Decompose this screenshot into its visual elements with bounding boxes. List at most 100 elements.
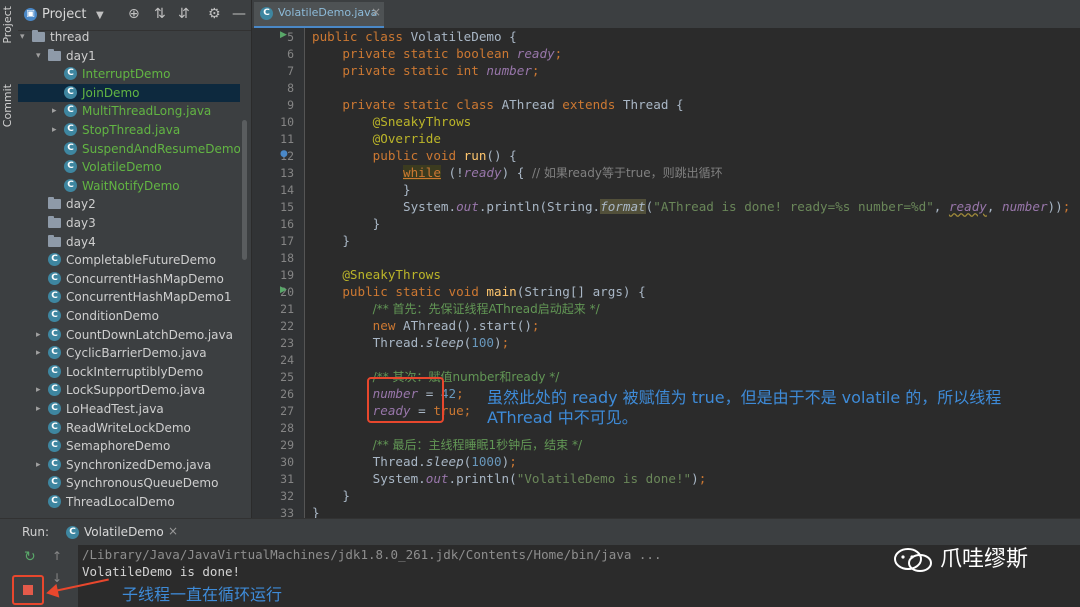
sleep-value-2: 1000: [471, 454, 502, 469]
chevron-right-icon[interactable]: ▸: [52, 121, 62, 139]
chevron-right-icon[interactable]: ▸: [52, 102, 62, 120]
tree-item[interactable]: C ReadWriteLockDemo: [18, 419, 240, 437]
run-gutter-icon[interactable]: ▶: [280, 285, 287, 295]
rerun-icon[interactable]: ↻: [24, 549, 36, 565]
arrow-down-icon[interactable]: ↓: [52, 571, 62, 585]
line-number: 23: [280, 336, 294, 350]
tree-item[interactable]: ▸ C LoHeadTest.java: [18, 400, 240, 418]
tree-item-label: day2: [66, 197, 96, 212]
project-panel: ▣ Project ▼ ⊕ ⇅ ⇵ ⚙ — ▾ thread ▾ day1 C Inter…: [18, 0, 251, 518]
tree-item[interactable]: C WaitNotifyDemo: [18, 177, 240, 195]
tree-item[interactable]: ▸ C LockSupportDemo.java: [18, 381, 240, 399]
tree-item-label: MultiThreadLong.java: [82, 104, 212, 119]
tree-item-label: SynchronizedDemo.java: [66, 457, 212, 472]
close-run-tab-icon[interactable]: ×: [168, 524, 178, 538]
annotation-callout: 虽然此处的 ready 被赋值为 true，但是由于不是 volatile 的，…: [487, 388, 1002, 427]
code-line-19: @SneakyThrows: [342, 267, 441, 282]
tree-item[interactable]: C ThreadLocalDemo: [18, 493, 240, 508]
code-editor[interactable]: public class VolatileDemo { private stat…: [305, 28, 1080, 518]
stop-button[interactable]: [12, 575, 44, 605]
chevron-right-icon[interactable]: ▸: [36, 326, 46, 344]
editor-tab-bar: C VolatileDemo.java ×: [252, 0, 1080, 29]
wechat-logo-icon: [894, 548, 932, 572]
tree-item[interactable]: day2: [18, 195, 240, 213]
locate-icon[interactable]: ⊕: [128, 6, 140, 22]
chevron-down-icon[interactable]: ▼: [96, 10, 104, 21]
done-string: "VolatileDemo is done!": [516, 471, 692, 486]
tree-item[interactable]: C SemaphoreDemo: [18, 437, 240, 455]
tree-item[interactable]: C ConcurrentHashMapDemo1: [18, 288, 240, 306]
chevron-right-icon[interactable]: ▸: [36, 400, 46, 418]
tree-item[interactable]: ▸ C StopThread.java: [18, 121, 240, 139]
tree-item[interactable]: ▸ C MultiThreadLong.java: [18, 102, 240, 120]
java-class-icon: C: [48, 402, 61, 415]
minimize-icon[interactable]: —: [232, 6, 246, 22]
tree-item[interactable]: day3: [18, 214, 240, 232]
tree-item[interactable]: C ConcurrentHashMapDemo: [18, 270, 240, 288]
tree-item[interactable]: C LockInterruptiblyDemo: [18, 363, 240, 381]
chevron-right-icon[interactable]: ▸: [36, 344, 46, 362]
tree-item[interactable]: C ConditionDemo: [18, 307, 240, 325]
chevron-right-icon[interactable]: ▸: [36, 456, 46, 474]
highlight-box: [367, 377, 444, 423]
line-number: 14: [280, 183, 294, 197]
java-class-icon: C: [48, 495, 61, 508]
pointer-arrow-head: [44, 583, 60, 601]
tree-item-label: thread: [50, 30, 90, 44]
close-tab-icon[interactable]: ×: [371, 5, 381, 19]
tree-item[interactable]: C InterruptDemo: [18, 65, 240, 83]
run-gutter-icon[interactable]: ▶: [280, 30, 287, 40]
run-tab[interactable]: VolatileDemo: [84, 525, 164, 539]
run-panel-header: Run: C VolatileDemo ×: [0, 519, 1080, 545]
expand-all-icon[interactable]: ⇅: [154, 6, 166, 22]
tree-item[interactable]: ▾ day1: [18, 47, 240, 65]
tree-item[interactable]: ▸ C CountDownLatchDemo.java: [18, 326, 240, 344]
tree-item[interactable]: ▸ C SynchronizedDemo.java: [18, 456, 240, 474]
line-number: 12: [280, 149, 294, 163]
project-tool-button[interactable]: Project: [1, 6, 14, 44]
tree-item[interactable]: ▾ thread: [18, 28, 240, 46]
tree-item[interactable]: C SynchronousQueueDemo: [18, 474, 240, 492]
java-class-icon: C: [48, 383, 61, 397]
line-number: 24: [280, 353, 294, 367]
tree-item[interactable]: C VolatileDemo: [18, 158, 240, 176]
tab-label: VolatileDemo.java: [278, 6, 378, 19]
override-gutter-icon[interactable]: ●: [280, 149, 288, 159]
tab-volatiledemo[interactable]: C VolatileDemo.java ×: [254, 2, 384, 29]
tree-item-label: StopThread.java: [82, 123, 181, 137]
tree-scrollbar[interactable]: [242, 120, 247, 260]
tree-item[interactable]: C CompletableFutureDemo: [18, 251, 240, 269]
java-class-icon: C: [48, 476, 61, 490]
code-line-23: Thread.sleep(100);: [312, 335, 510, 350]
gear-icon[interactable]: ⚙: [208, 6, 221, 22]
while-comment: // 如果ready等于true，则跳出循环: [531, 166, 723, 180]
chevron-down-icon[interactable]: ▾: [36, 47, 46, 65]
line-number: 16: [280, 217, 294, 231]
line-number: 11: [280, 132, 294, 146]
arrow-up-icon[interactable]: ↑: [52, 549, 62, 563]
code-line-12: public void run() {: [372, 148, 517, 163]
code-line-14: }: [312, 182, 411, 197]
line-number: 32: [280, 489, 294, 503]
tree-item-label: SuspendAndResumeDemo: [82, 141, 240, 156]
code-line-15: System.out.println(String.format("AThrea…: [312, 199, 1071, 214]
line-number: 31: [280, 472, 294, 486]
commit-tool-button[interactable]: Commit: [1, 84, 14, 127]
project-view-selector[interactable]: Project: [42, 7, 86, 22]
bottom-annotation: 子线程一直在循环运行: [122, 585, 283, 604]
tree-item[interactable]: day4: [18, 233, 240, 251]
tree-item[interactable]: C SuspendAndResumeDemo: [18, 140, 240, 158]
tree-item[interactable]: C JoinDemo: [18, 83, 240, 102]
java-class-icon: C: [48, 290, 61, 304]
folder-icon: [48, 216, 61, 228]
chevron-right-icon[interactable]: ▸: [36, 381, 46, 399]
tree-item-label: ConcurrentHashMapDemo1: [66, 290, 232, 305]
tree-item-label: ConcurrentHashMapDemo: [66, 271, 224, 286]
line-number: 10: [280, 115, 294, 129]
collapse-all-icon[interactable]: ⇵: [178, 6, 190, 22]
line-number: 18: [280, 251, 294, 265]
tree-item[interactable]: ▸ C CyclicBarrierDemo.java: [18, 344, 240, 362]
chevron-down-icon[interactable]: ▾: [20, 28, 30, 46]
tree-item-label: ThreadLocalDemo: [66, 495, 175, 508]
